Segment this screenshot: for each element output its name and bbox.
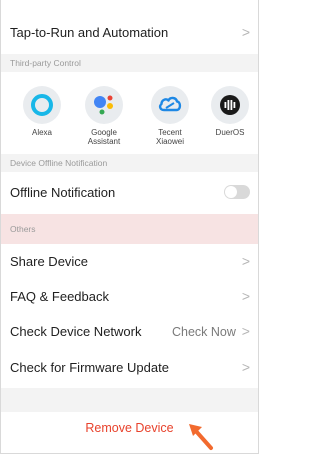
- chevron-right-icon: >: [237, 323, 250, 339]
- section-third-party: Third-party Control: [1, 54, 258, 72]
- device-settings-page: Tap-to-Run and Automation > Third-party …: [0, 0, 259, 454]
- assistant-alexa[interactable]: Alexa: [12, 86, 72, 137]
- share-device-label: Share Device: [10, 253, 89, 269]
- offline-notification-toggle[interactable]: [224, 185, 250, 199]
- section-others-title: Others: [10, 224, 36, 234]
- pointer-arrow-icon: [189, 424, 213, 450]
- assistant-tecent[interactable]: Tecent Xiaowei: [140, 86, 200, 146]
- assistant-name: Tecent Xiaowei: [155, 128, 184, 146]
- alexa-icon: [23, 86, 61, 124]
- voice-assistant-list: Alexa Google Assistant Tecent Xiaowei Du…: [1, 82, 258, 154]
- check-now-label: Check Now: [172, 325, 236, 339]
- assistant-dueros[interactable]: DuerOS: [200, 86, 260, 137]
- faq-feedback-row[interactable]: FAQ & Feedback >: [1, 278, 258, 314]
- automation-label: Tap-to-Run and Automation: [10, 24, 169, 40]
- chevron-right-icon: >: [241, 288, 250, 304]
- share-device-row[interactable]: Share Device >: [1, 244, 258, 278]
- remove-device-button[interactable]: Remove Device: [1, 412, 258, 444]
- dueros-icon: [211, 86, 249, 124]
- check-now-link[interactable]: Check Now >: [172, 323, 250, 339]
- assistant-name: Google Assistant: [87, 128, 121, 146]
- check-network-label: Check Device Network: [10, 323, 142, 339]
- offline-notification-row: Offline Notification: [1, 172, 258, 212]
- faq-feedback-label: FAQ & Feedback: [10, 288, 109, 304]
- tecent-xiaowei-icon: [151, 86, 189, 124]
- offline-notification-label: Offline Notification: [10, 184, 116, 200]
- assistant-name: DuerOS: [215, 128, 245, 137]
- section-third-party-title: Third-party Control: [10, 58, 81, 68]
- google-assistant-icon: [85, 86, 123, 124]
- section-offline: Device Offline Notification: [1, 154, 258, 172]
- section-others: Others: [1, 214, 258, 244]
- assistant-google[interactable]: Google Assistant: [74, 86, 134, 146]
- check-network-row[interactable]: Check Device Network Check Now >: [1, 314, 258, 348]
- section-spacer: [1, 388, 258, 412]
- chevron-right-icon: >: [241, 359, 250, 375]
- toggle-knob: [225, 186, 237, 198]
- automation-row[interactable]: Tap-to-Run and Automation >: [1, 12, 258, 52]
- firmware-update-row[interactable]: Check for Firmware Update >: [1, 348, 258, 386]
- assistant-name: Alexa: [31, 128, 52, 137]
- chevron-right-icon: >: [241, 253, 250, 269]
- chevron-right-icon: >: [241, 24, 250, 40]
- firmware-update-label: Check for Firmware Update: [10, 359, 169, 375]
- section-offline-title: Device Offline Notification: [10, 158, 108, 168]
